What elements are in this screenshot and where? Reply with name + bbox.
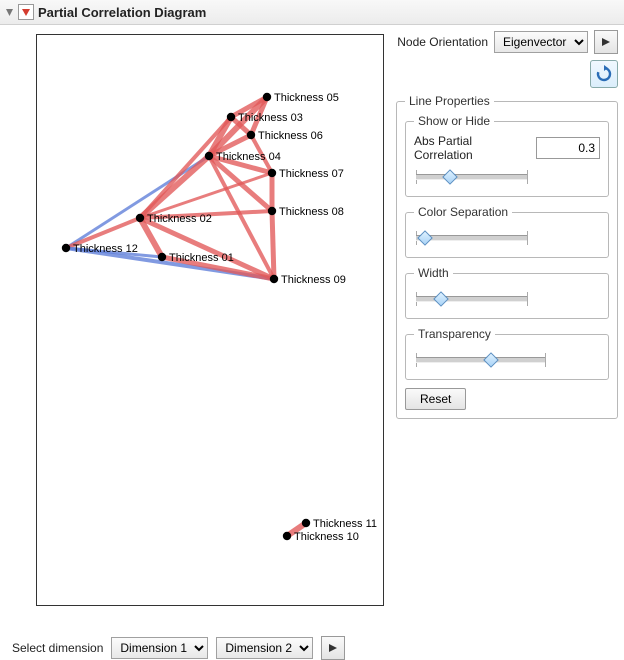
abs-partial-correlation-input[interactable] <box>536 137 600 159</box>
run-arrow-button[interactable] <box>594 30 618 54</box>
graph-node[interactable] <box>268 169 276 177</box>
panel-header: Partial Correlation Diagram <box>0 0 624 25</box>
graph-node[interactable] <box>62 244 70 252</box>
disclosure-triangle-icon[interactable] <box>4 7 14 17</box>
graph-node-label: Thickness 09 <box>281 274 346 286</box>
width-group: Width <box>405 266 609 319</box>
slider-thumb-icon[interactable] <box>484 352 500 368</box>
graph-node[interactable] <box>302 519 310 527</box>
width-slider[interactable] <box>416 290 528 308</box>
color-separation-slider[interactable] <box>416 229 528 247</box>
slider-thumb-icon[interactable] <box>433 291 449 307</box>
graph-edge <box>272 211 274 279</box>
node-orientation-select[interactable]: Eigenvector <box>494 31 588 53</box>
show-hide-legend: Show or Hide <box>414 114 494 128</box>
graph-node[interactable] <box>263 93 271 101</box>
graph-node-label: Thickness 03 <box>238 112 303 124</box>
graph-node[interactable] <box>247 131 255 139</box>
dimension-2-select[interactable]: Dimension 2 <box>216 637 313 659</box>
graph-node[interactable] <box>136 214 144 222</box>
panel-title: Partial Correlation Diagram <box>38 5 206 20</box>
transparency-legend: Transparency <box>414 327 495 341</box>
show-hide-group: Show or Hide Abs Partial Correlation <box>405 114 609 197</box>
abs-partial-correlation-label: Abs Partial Correlation <box>414 134 530 162</box>
graph-node[interactable] <box>270 275 278 283</box>
run-arrow-button[interactable] <box>321 636 345 660</box>
graph-node[interactable] <box>227 113 235 121</box>
graph-node-label: Thickness 12 <box>73 243 138 255</box>
abs-partial-correlation-slider[interactable] <box>416 168 528 186</box>
hotspot-menu-icon[interactable] <box>18 4 34 20</box>
reload-icon[interactable] <box>590 60 618 88</box>
graph-node-label: Thickness 04 <box>216 151 281 163</box>
correlation-graph[interactable]: Thickness 01 Thickness 02 Thickness 03 Thic… <box>36 34 384 606</box>
graph-node-label: Thickness 05 <box>274 92 339 104</box>
transparency-group: Transparency <box>405 327 609 380</box>
reset-button[interactable]: Reset <box>405 388 466 410</box>
graph-node-label: Thickness 06 <box>258 130 323 142</box>
graph-node-label: Thickness 10 <box>294 531 359 543</box>
line-properties-group: Line Properties Show or Hide Abs Partial… <box>396 94 618 419</box>
slider-thumb-icon[interactable] <box>417 230 433 246</box>
graph-node-label: Thickness 07 <box>279 168 344 180</box>
color-separation-group: Color Separation <box>405 205 609 258</box>
graph-node-label: Thickness 02 <box>147 213 212 225</box>
graph-node[interactable] <box>268 207 276 215</box>
graph-node[interactable] <box>158 253 166 261</box>
graph-node[interactable] <box>283 532 291 540</box>
width-legend: Width <box>414 266 453 280</box>
graph-node-label: Thickness 01 <box>169 252 234 264</box>
graph-node-label: Thickness 08 <box>279 206 344 218</box>
transparency-slider[interactable] <box>416 351 546 369</box>
graph-node[interactable] <box>205 152 213 160</box>
select-dimension-label: Select dimension <box>12 641 103 655</box>
slider-thumb-icon[interactable] <box>442 169 458 185</box>
color-separation-legend: Color Separation <box>414 205 512 219</box>
line-properties-legend: Line Properties <box>405 94 494 108</box>
graph-node-label: Thickness 11 <box>313 518 377 530</box>
node-orientation-label: Node Orientation <box>397 35 488 49</box>
dimension-1-select[interactable]: Dimension 1 <box>111 637 208 659</box>
